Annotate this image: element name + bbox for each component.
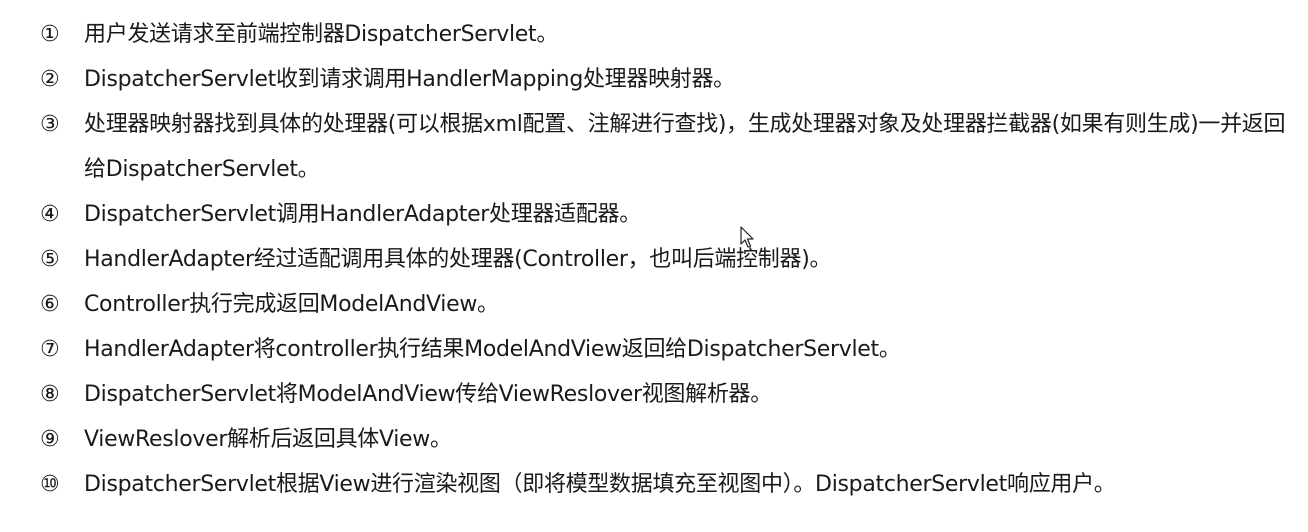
list-item-step-4: ④ DispatcherServlet调用HandlerAdapter处理器适配… bbox=[40, 192, 1290, 237]
list-item-step-8: ⑧ DispatcherServlet将ModelAndView传给ViewRe… bbox=[40, 372, 1290, 417]
list-item-step-10: ⑩ DispatcherServlet根据View进行渲染视图（即将模型数据填充… bbox=[40, 462, 1290, 507]
list-item-step-1: ① 用户发送请求至前端控制器DispatcherServlet。 bbox=[40, 12, 1290, 57]
step-text: HandlerAdapter经过适配调用具体的处理器(Controller，也叫… bbox=[84, 247, 832, 272]
step-number: ② bbox=[40, 67, 60, 92]
step-text: HandlerAdapter将controller执行结果ModelAndVie… bbox=[84, 337, 901, 362]
list-item-step-5: ⑤ HandlerAdapter经过适配调用具体的处理器(Controller，… bbox=[40, 237, 1290, 282]
step-number: ⑥ bbox=[40, 292, 60, 317]
step-text: 处理器映射器找到具体的处理器(可以根据xml配置、注解进行查找)，生成处理器对象… bbox=[84, 112, 1286, 182]
step-text: DispatcherServlet根据View进行渲染视图（即将模型数据填充至视… bbox=[84, 472, 1116, 497]
document-page: ① 用户发送请求至前端控制器DispatcherServlet。 ② Dispa… bbox=[0, 0, 1308, 532]
step-text: ViewReslover解析后返回具体View。 bbox=[84, 427, 452, 452]
list-item-step-2: ② DispatcherServlet收到请求调用HandlerMapping处… bbox=[40, 57, 1290, 102]
step-number: ⑩ bbox=[40, 472, 60, 497]
step-text: Controller执行完成返回ModelAndView。 bbox=[84, 292, 499, 317]
list-item-step-6: ⑥ Controller执行完成返回ModelAndView。 bbox=[40, 282, 1290, 327]
step-text: DispatcherServlet收到请求调用HandlerMapping处理器… bbox=[84, 67, 735, 92]
step-text: DispatcherServlet调用HandlerAdapter处理器适配器。 bbox=[84, 202, 641, 227]
step-number: ⑦ bbox=[40, 337, 60, 362]
step-number: ⑤ bbox=[40, 247, 60, 272]
step-list: ① 用户发送请求至前端控制器DispatcherServlet。 ② Dispa… bbox=[40, 12, 1290, 507]
step-number: ⑨ bbox=[40, 427, 60, 452]
list-item-step-7: ⑦ HandlerAdapter将controller执行结果ModelAndV… bbox=[40, 327, 1290, 372]
step-number: ④ bbox=[40, 202, 60, 227]
step-text: 用户发送请求至前端控制器DispatcherServlet。 bbox=[84, 22, 559, 47]
list-item-step-9: ⑨ ViewReslover解析后返回具体View。 bbox=[40, 417, 1290, 462]
mouse-pointer-icon bbox=[740, 226, 754, 248]
list-item-step-3: ③ 处理器映射器找到具体的处理器(可以根据xml配置、注解进行查找)，生成处理器… bbox=[40, 102, 1290, 192]
step-text: DispatcherServlet将ModelAndView传给ViewResl… bbox=[84, 382, 772, 407]
step-number: ③ bbox=[40, 112, 60, 137]
step-number: ⑧ bbox=[40, 382, 60, 407]
step-number: ① bbox=[40, 22, 60, 47]
